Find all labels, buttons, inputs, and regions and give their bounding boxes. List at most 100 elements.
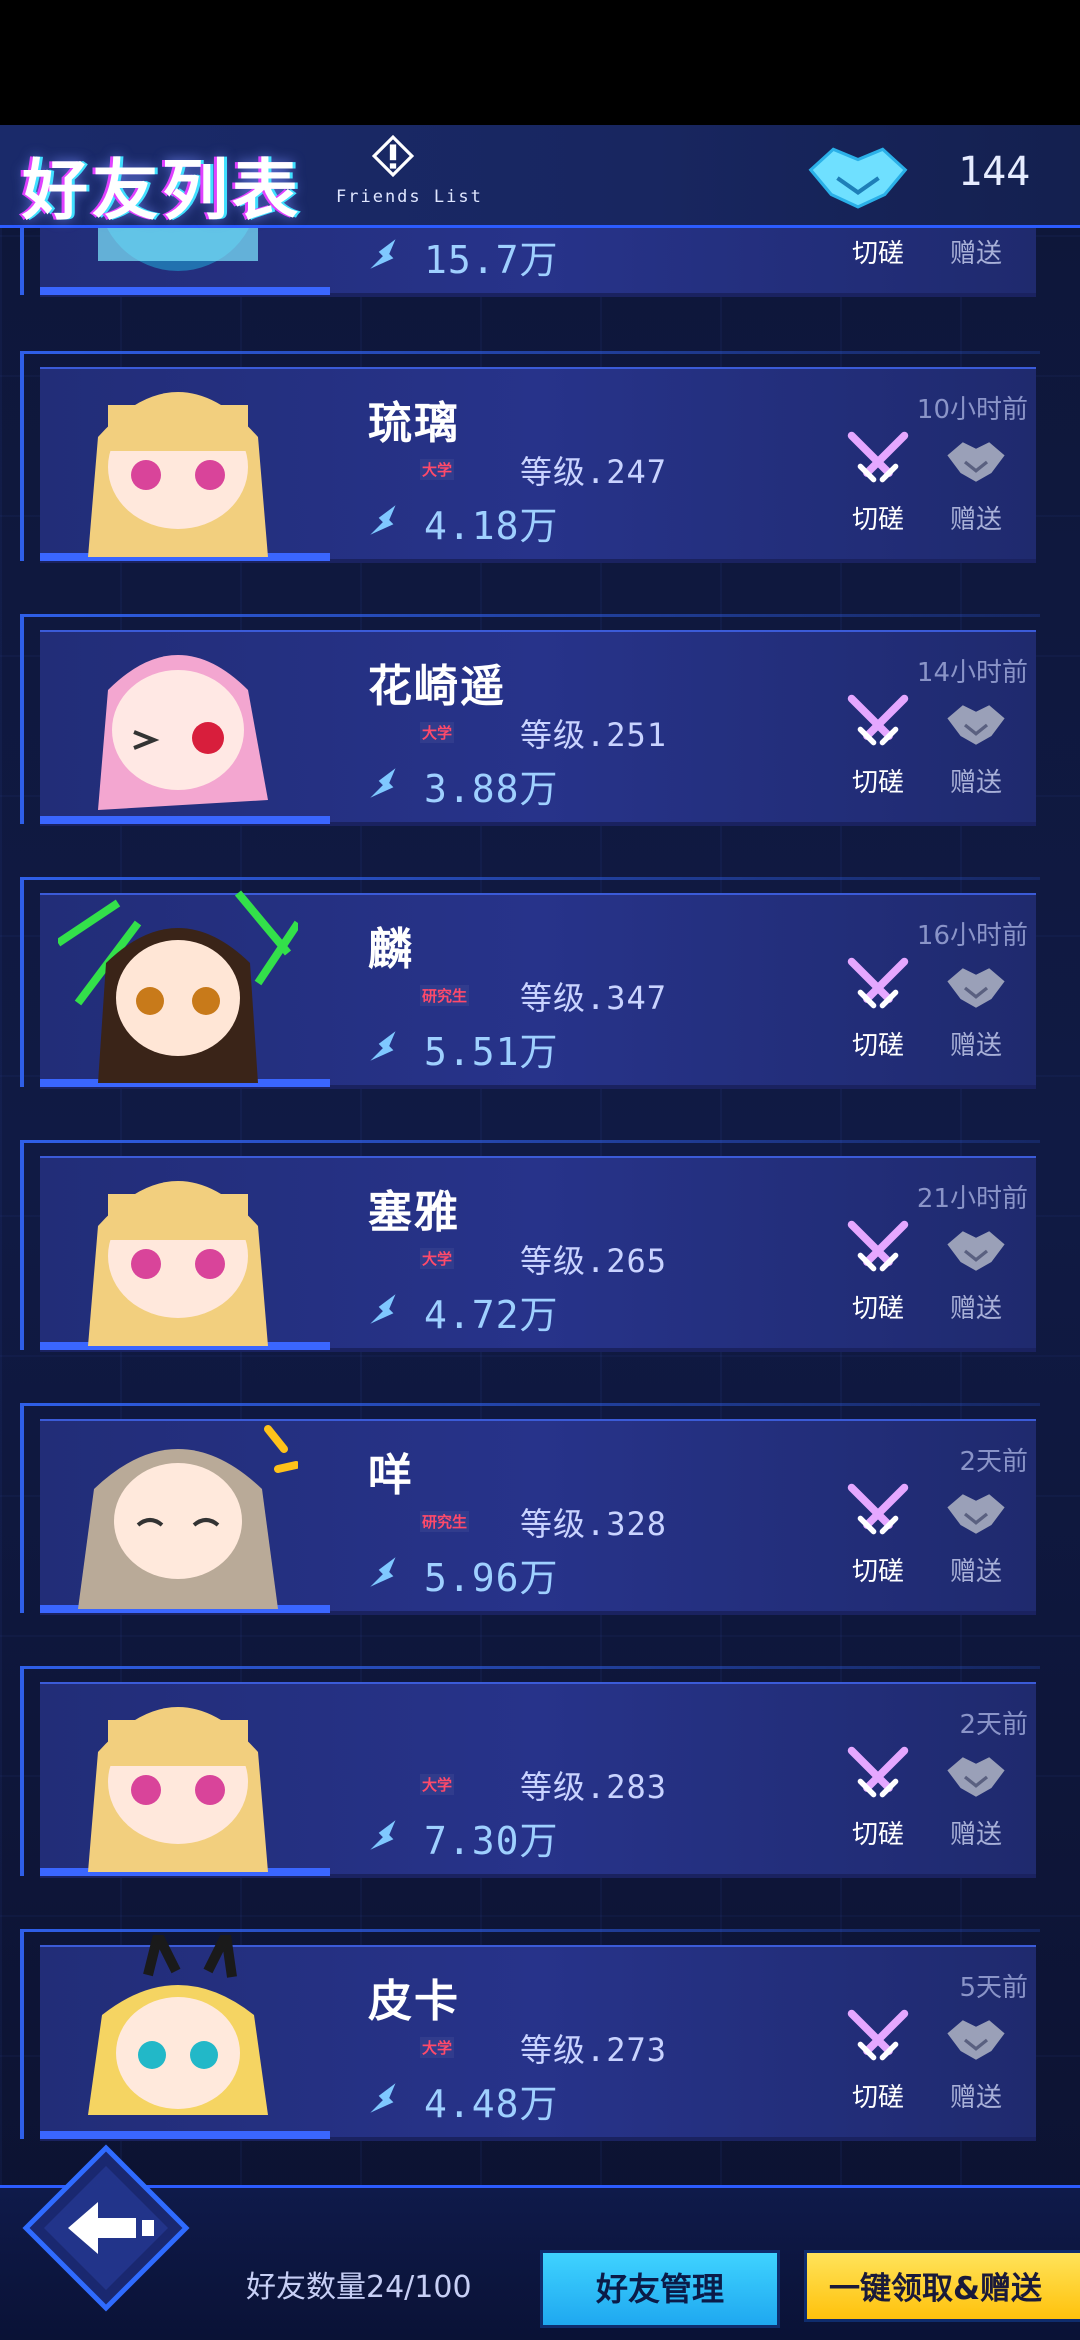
spar-button[interactable]: 切磋 — [838, 1744, 918, 1854]
avatar[interactable] — [58, 1409, 298, 1609]
gift-button[interactable]: 赠送 — [936, 692, 1016, 802]
friend-power: 3.88万 — [424, 767, 559, 811]
rail-line — [20, 877, 24, 1087]
last-online: 5天前 — [959, 1973, 1028, 2003]
school-badge: 大学 — [420, 722, 455, 743]
gift-button[interactable]: 赠送 — [936, 1481, 1016, 1591]
status-bar — [0, 0, 1080, 125]
last-online: 2天前 — [959, 1710, 1028, 1740]
power-icon — [370, 2083, 396, 2113]
avatar[interactable] — [58, 1935, 298, 2135]
friend-level: 等级.247 — [520, 453, 668, 491]
crossed-swords-icon — [847, 957, 909, 1009]
back-button[interactable] — [18, 2140, 194, 2316]
crossed-swords-icon — [847, 694, 909, 746]
friend-row[interactable]: 琉璃 大学 等级.247 4.18万 10小时前 切磋 赠送 — [0, 351, 1080, 563]
friend-row[interactable]: 塞雅 大学 等级.265 4.72万 21小时前 切磋 赠送 — [0, 1140, 1080, 1352]
gift-button[interactable]: 赠送 — [936, 2007, 1016, 2117]
avatar[interactable] — [58, 883, 298, 1083]
handshake-icon — [947, 1757, 1005, 1797]
rail-line — [20, 1929, 1040, 1932]
avatar[interactable] — [58, 225, 298, 291]
gift-label: 赠送 — [949, 505, 1002, 535]
friend-power: 4.72万 — [424, 1293, 559, 1337]
claim-and-gift-all-button[interactable]: 一键领取&赠送 — [804, 2250, 1080, 2322]
rail-line — [20, 351, 24, 561]
power-icon — [370, 1820, 396, 1850]
handshake-icon — [947, 1231, 1005, 1271]
friend-level: 等级.328 — [520, 1505, 668, 1543]
power-icon — [370, 239, 396, 269]
friend-power: 4.18万 — [424, 504, 559, 548]
spar-label: 切磋 — [851, 1031, 904, 1061]
friend-row[interactable]: 皮卡 大学 等级.273 4.48万 5天前 切磋 赠送 — [0, 1929, 1080, 2141]
friend-row[interactable]: 花崎遥 大学 等级.251 3.88万 14小时前 切磋 赠送 — [0, 614, 1080, 826]
spar-button[interactable]: 切磋 — [838, 429, 918, 539]
last-online: 10小时前 — [916, 395, 1028, 425]
rail-line — [20, 1929, 24, 2139]
power-icon — [370, 505, 396, 535]
friend-name: 麟 — [368, 924, 414, 975]
spar-label: 切磋 — [851, 1557, 904, 1587]
spar-button[interactable]: 切磋 — [838, 225, 918, 273]
gift-label: 赠送 — [949, 768, 1002, 798]
power-icon — [370, 768, 396, 798]
rail-line — [20, 1403, 1040, 1406]
gift-label: 赠送 — [949, 2083, 1002, 2113]
handshake-icon — [947, 705, 1005, 745]
handshake-icon — [947, 442, 1005, 482]
spar-button[interactable]: 切磋 — [838, 1481, 918, 1591]
friend-level: 等级.347 — [520, 979, 668, 1017]
gift-button[interactable]: 赠送 — [936, 1744, 1016, 1854]
manage-friends-button[interactable]: 好友管理 — [540, 2250, 780, 2328]
crossed-swords-icon — [847, 1220, 909, 1272]
rail-line — [20, 351, 1040, 354]
spar-button[interactable]: 切磋 — [838, 692, 918, 802]
spar-label: 切磋 — [851, 505, 904, 535]
spar-button[interactable]: 切磋 — [838, 955, 918, 1065]
friend-power: 7.30万 — [424, 1819, 559, 1863]
rail-line — [20, 225, 24, 295]
avatar[interactable] — [58, 1146, 298, 1346]
avatar[interactable] — [58, 1672, 298, 1872]
gift-label: 赠送 — [949, 239, 1002, 269]
friends-list[interactable]: 15.7万 切磋 赠送 琉璃 大学 等级.247 4.18万 10小时前 切磋 … — [0, 225, 1080, 2185]
gift-label: 赠送 — [949, 1557, 1002, 1587]
spar-label: 切磋 — [851, 1820, 904, 1850]
friend-row[interactable]: 麟 研究生 等级.347 5.51万 16小时前 切磋 赠送 — [0, 877, 1080, 1089]
crossed-swords-icon — [847, 2009, 909, 2061]
rail-line — [20, 1403, 24, 1613]
friend-row[interactable]: 咩 研究生 等级.328 5.96万 2天前 切磋 赠送 — [0, 1403, 1080, 1615]
last-online: 16小时前 — [916, 921, 1028, 951]
gift-button[interactable]: 赠送 — [936, 429, 1016, 539]
power-icon — [370, 1031, 396, 1061]
handshake-icon — [947, 2020, 1005, 2060]
avatar[interactable] — [58, 620, 298, 820]
avatar[interactable] — [58, 357, 298, 557]
friend-total-count: 144 — [958, 149, 1031, 195]
friend-row[interactable]: 15.7万 切磋 赠送 — [0, 225, 1080, 297]
friend-name: 皮卡 — [368, 1976, 460, 2027]
last-online: 2天前 — [959, 1447, 1028, 1477]
gift-button[interactable]: 赠送 — [936, 225, 1016, 273]
friend-row[interactable]: 大学 等级.283 7.30万 2天前 切磋 赠送 — [0, 1666, 1080, 1878]
page-header: 好友列表 Friends List 144 — [0, 125, 1080, 229]
rail-line — [20, 614, 1040, 617]
gift-button[interactable]: 赠送 — [936, 955, 1016, 1065]
spar-button[interactable]: 切磋 — [838, 2007, 918, 2117]
friend-power: 15.7万 — [424, 238, 559, 282]
rail-line — [20, 877, 1040, 880]
school-badge: 研究生 — [420, 985, 470, 1006]
spar-button[interactable]: 切磋 — [838, 1218, 918, 1328]
last-online: 14小时前 — [916, 658, 1028, 688]
school-badge: 大学 — [420, 459, 455, 480]
friend-level: 等级.265 — [520, 1242, 668, 1280]
power-icon — [370, 1557, 396, 1587]
friend-name: 咩 — [368, 1450, 414, 1501]
handshake-icon — [947, 968, 1005, 1008]
page-title: 好友列表 — [22, 152, 302, 229]
spar-label: 切磋 — [851, 768, 904, 798]
gift-button[interactable]: 赠送 — [936, 1218, 1016, 1328]
power-icon — [370, 1294, 396, 1324]
school-badge: 大学 — [420, 1248, 455, 1269]
